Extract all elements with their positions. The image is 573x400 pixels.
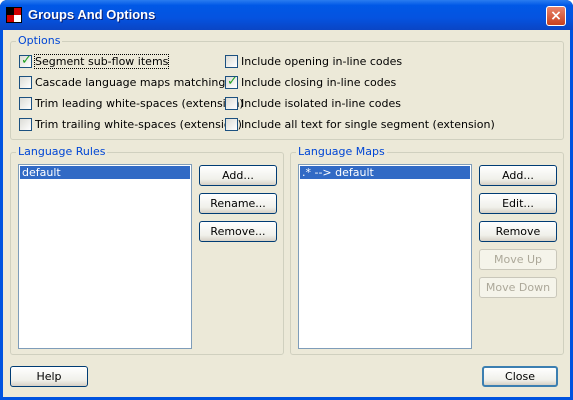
checkbox-include-isolated[interactable]: Include isolated in-line codes — [225, 97, 525, 111]
move-up-button[interactable]: Move Up — [479, 249, 557, 270]
checkbox-label: Include all text for single segment (ext… — [241, 118, 495, 131]
window-title: Groups And Options — [28, 7, 156, 22]
checkbox-trim-leading[interactable]: Trim leading white-spaces (extension) — [19, 97, 244, 111]
remove-rule-button[interactable]: Remove... — [199, 221, 277, 242]
options-group: Options ✓ Segment sub-flow items Cascade… — [10, 35, 564, 140]
language-rules-label: Language Rules — [16, 145, 108, 158]
checkbox-label: Cascade language maps matching — [35, 76, 226, 89]
checkbox-box[interactable] — [19, 97, 32, 110]
add-map-button[interactable]: Add... — [479, 165, 557, 186]
options-group-label: Options — [16, 34, 63, 47]
checkbox-cascade-maps[interactable]: Cascade language maps matching — [19, 76, 225, 90]
checkbox-box[interactable]: ✓ — [225, 74, 238, 89]
app-icon — [6, 7, 22, 23]
checkbox-box[interactable] — [19, 76, 32, 89]
list-item[interactable]: .* --> default — [300, 166, 470, 179]
checkbox-include-closing[interactable]: ✓ Include closing in-line codes — [225, 74, 525, 90]
checkbox-segment-subflow[interactable]: ✓ Segment sub-flow items — [19, 53, 219, 69]
language-maps-label: Language Maps — [296, 145, 387, 158]
checkbox-include-opening[interactable]: Include opening in-line codes — [225, 55, 525, 69]
check-icon: ✓ — [227, 74, 238, 89]
checkbox-include-all-text[interactable]: Include all text for single segment (ext… — [225, 118, 525, 132]
checkbox-box[interactable] — [225, 55, 238, 68]
checkbox-label: Trim leading white-spaces (extension) — [35, 97, 244, 110]
checkbox-box[interactable] — [225, 97, 238, 110]
checkbox-label: Include opening in-line codes — [241, 55, 403, 68]
checkbox-label: Include isolated in-line codes — [241, 97, 402, 110]
close-button[interactable]: Close — [482, 366, 558, 387]
checkbox-label: Include closing in-line codes — [241, 76, 397, 89]
language-maps-group: Language Maps .* --> default Add... Edit… — [290, 146, 564, 355]
language-rules-group: Language Rules default Add... Rename... … — [10, 146, 284, 355]
checkbox-box[interactable] — [225, 118, 238, 131]
check-icon: ✓ — [21, 53, 32, 68]
rename-rule-button[interactable]: Rename... — [199, 193, 277, 214]
language-rules-list[interactable]: default — [18, 164, 192, 349]
checkbox-box[interactable] — [19, 118, 32, 131]
remove-map-button[interactable]: Remove — [479, 221, 557, 242]
title-bar[interactable]: Groups And Options × — [0, 0, 573, 30]
edit-map-button[interactable]: Edit... — [479, 193, 557, 214]
add-rule-button[interactable]: Add... — [199, 165, 277, 186]
checkbox-trim-trailing[interactable]: Trim trailing white-spaces (extension) — [19, 118, 242, 132]
checkbox-label: Trim trailing white-spaces (extension) — [35, 118, 242, 131]
help-button[interactable]: Help — [10, 366, 88, 387]
list-item[interactable]: default — [20, 166, 190, 179]
checkbox-box[interactable]: ✓ — [19, 53, 32, 68]
close-icon[interactable]: × — [546, 6, 566, 26]
move-down-button[interactable]: Move Down — [479, 277, 557, 298]
checkbox-label: Segment sub-flow items — [33, 54, 170, 69]
language-maps-list[interactable]: .* --> default — [298, 164, 472, 349]
dialog-client: Options ✓ Segment sub-flow items Cascade… — [3, 30, 570, 397]
dialog-window: Groups And Options × Options ✓ Segment s… — [0, 0, 573, 400]
